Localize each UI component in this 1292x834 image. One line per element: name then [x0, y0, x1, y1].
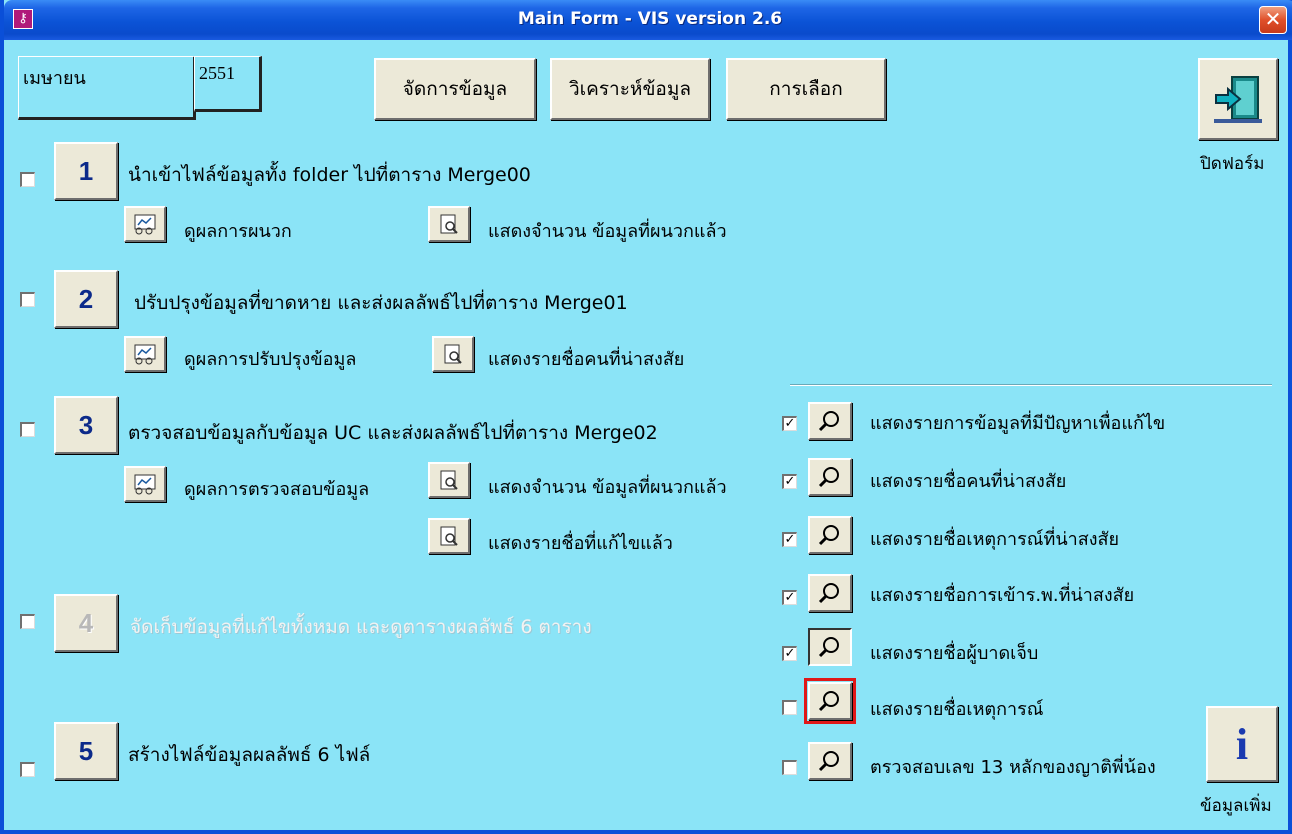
month-field[interactable]: เมษายน — [18, 56, 196, 120]
report-6-button[interactable] — [804, 678, 856, 724]
step-5-checkbox[interactable] — [20, 762, 35, 777]
window-close-button[interactable]: ✕ — [1259, 6, 1287, 34]
show-merged-count-2-label: แสดงจำนวน ข้อมูลที่ผนวกแล้ว — [488, 477, 727, 498]
main-form-window: ⚷ Main Form - VIS version 2.6 ✕ เมษายน 2… — [0, 0, 1292, 834]
report-2-checkbox[interactable]: ✓ — [782, 474, 797, 489]
step-4-button: 4 — [54, 594, 118, 652]
magnifier-icon — [818, 525, 839, 546]
report-3-button[interactable] — [808, 516, 852, 554]
window-title: Main Form - VIS version 2.6 — [517, 9, 783, 29]
year-field[interactable]: 2551 — [194, 56, 262, 112]
show-merged-count-button[interactable] — [428, 206, 470, 242]
preview-icon — [440, 526, 458, 546]
show-fixed-names-button[interactable] — [428, 518, 470, 554]
report-view-icon — [134, 214, 156, 235]
report-7-button[interactable] — [808, 742, 852, 780]
report-4-label: แสดงรายชื่อการเข้าร.พ.ที่น่าสงสัย — [870, 585, 1135, 606]
analyze-data-button[interactable]: วิเคราะห์ข้อมูล — [550, 58, 710, 120]
preview-icon — [440, 470, 458, 490]
step-4-label: จัดเก็บข้อมูลที่แก้ไขทั้งหมด และดูตารางผ… — [130, 616, 592, 638]
report-4-button[interactable] — [808, 574, 852, 612]
report-view-icon — [134, 344, 156, 365]
step-4-checkbox[interactable] — [20, 614, 35, 629]
analyze-data-label: วิเคราะห์ข้อมูล — [568, 78, 692, 100]
exit-door-icon — [1214, 76, 1262, 123]
selection-button[interactable]: การเลือก — [726, 58, 886, 120]
report-1-label: แสดงรายการข้อมูลที่มีปัญหาเพื่อแก้ไข — [870, 413, 1166, 434]
show-merged-count-2-button[interactable] — [428, 462, 470, 498]
report-5-checkbox[interactable]: ✓ — [782, 646, 797, 661]
step-3-label: ตรวจสอบข้อมูลกับข้อมูล UC และส่งผลลัพธ์ไ… — [128, 422, 658, 444]
selection-label: การเลือก — [769, 78, 843, 100]
step-5-label: สร้างไฟล์ข้อมูลผลลัพธ์ 6 ไฟล์ — [128, 744, 371, 766]
step-2-button[interactable]: 2 — [54, 270, 118, 328]
preview-icon — [444, 344, 462, 364]
report-6-checkbox[interactable] — [782, 700, 797, 715]
report-7-checkbox[interactable] — [782, 760, 797, 775]
view-update-result-button[interactable] — [124, 336, 166, 372]
step-5-number: 5 — [78, 735, 94, 766]
view-merge-result-label: ดูผลการผนวก — [184, 221, 292, 242]
step-3-button[interactable]: 3 — [54, 396, 118, 454]
report-5-button[interactable] — [808, 628, 852, 666]
show-merged-count-label: แสดงจำนวน ข้อมูลที่ผนวกแล้ว — [488, 221, 727, 242]
report-1-checkbox[interactable]: ✓ — [782, 416, 797, 431]
report-4-checkbox[interactable]: ✓ — [782, 590, 797, 605]
report-view-icon — [134, 474, 156, 495]
magnifier-icon — [818, 467, 839, 488]
step-3-number: 3 — [78, 409, 94, 440]
report-2-button[interactable] — [808, 458, 852, 496]
view-update-result-label: ดูผลการปรับปรุงข้อมูล — [184, 349, 357, 370]
manage-data-button[interactable]: จัดการข้อมูล — [374, 58, 536, 120]
close-form-label: ปิดฟอร์ม — [1200, 154, 1265, 174]
report-2-label: แสดงรายชื่อคนที่น่าสงสัย — [870, 471, 1067, 492]
show-suspect-names-button[interactable] — [432, 336, 474, 372]
step-1-label: นำเข้าไฟล์ข้อมูลทั้ง folder ไปที่ตาราง M… — [128, 164, 531, 186]
step-4-number: 4 — [78, 607, 94, 638]
report-3-checkbox[interactable]: ✓ — [782, 532, 797, 547]
view-merge-result-button[interactable] — [124, 206, 166, 242]
view-verify-result-label: ดูผลการตรวจสอบข้อมูล — [184, 479, 370, 500]
step-2-checkbox[interactable] — [20, 292, 35, 307]
step-1-button[interactable]: 1 — [54, 142, 118, 200]
title-bar[interactable]: ⚷ Main Form - VIS version 2.6 ✕ — [4, 0, 1292, 40]
info-icon: i — [1235, 719, 1249, 769]
preview-icon — [440, 214, 458, 234]
show-suspect-names-label: แสดงรายชื่อคนที่น่าสงสัย — [488, 349, 685, 370]
magnifier-icon — [818, 637, 839, 658]
show-fixed-names-label: แสดงรายชื่อที่แก้ไขแล้ว — [488, 533, 673, 554]
report-1-button[interactable] — [808, 402, 852, 440]
manage-data-label: จัดการข้อมูล — [402, 78, 508, 100]
more-info-button[interactable]: i — [1206, 706, 1278, 782]
magnifier-icon — [818, 751, 839, 772]
magnifier-icon — [818, 411, 839, 432]
report-6-label: แสดงรายชื่อเหตุการณ์ — [870, 699, 1044, 720]
step-1-number: 1 — [78, 155, 94, 186]
section-divider — [790, 384, 1272, 386]
step-3-checkbox[interactable] — [20, 422, 35, 437]
step-2-number: 2 — [78, 283, 94, 314]
report-3-label: แสดงรายชื่อเหตุการณ์ที่น่าสงสัย — [870, 529, 1120, 550]
step-1-checkbox[interactable] — [20, 172, 35, 187]
close-form-button[interactable] — [1198, 58, 1278, 140]
report-7-label: ตรวจสอบเลข 13 หลักของญาติพี่น้อง — [870, 757, 1156, 778]
view-verify-result-button[interactable] — [124, 466, 166, 502]
magnifier-icon — [818, 583, 839, 604]
step-2-label: ปรับปรุงข้อมูลที่ขาดหาย และส่งผลลัพธ์ไปท… — [134, 292, 628, 314]
step-5-button[interactable]: 5 — [54, 722, 118, 780]
more-info-label: ข้อมูลเพิ่ม — [1200, 796, 1272, 816]
magnifier-icon — [818, 691, 839, 712]
report-5-label: แสดงรายชื่อผู้บาดเจ็บ — [870, 643, 1039, 664]
